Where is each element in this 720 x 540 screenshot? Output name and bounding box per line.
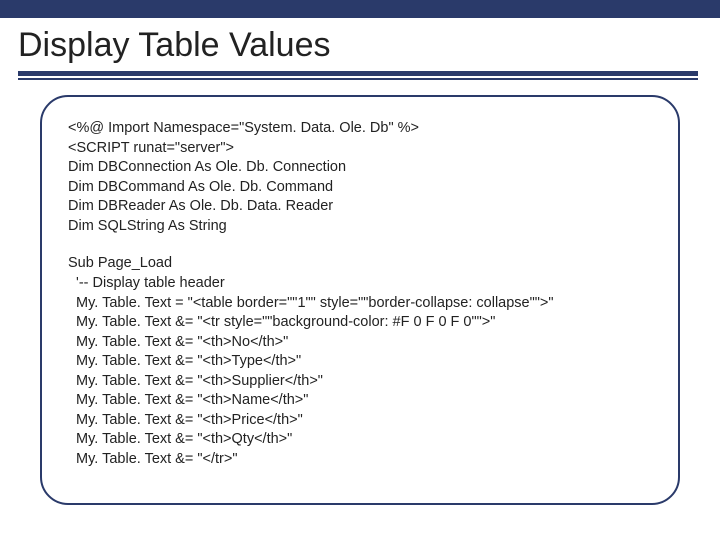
slide-title: Display Table Values [0, 18, 720, 71]
title-underline [0, 71, 720, 81]
content-panel: <%@ Import Namespace="System. Data. Ole.… [40, 95, 680, 505]
code-block-1: <%@ Import Namespace="System. Data. Ole.… [68, 119, 652, 236]
header-bar [0, 0, 720, 18]
code-block-2: Sub Page_Load '-- Display table header M… [68, 254, 652, 469]
